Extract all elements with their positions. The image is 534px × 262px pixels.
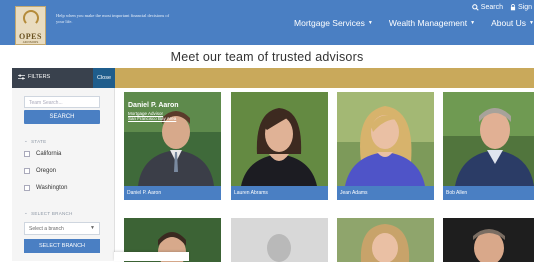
nav-label: Wealth Management bbox=[388, 18, 468, 28]
placeholder-avatar-icon bbox=[231, 218, 328, 262]
search-link[interactable]: Search bbox=[471, 4, 503, 11]
select-branch-button[interactable]: SELECT BRANCH bbox=[24, 239, 100, 253]
branch-select[interactable]: Select a branch ▼ bbox=[24, 222, 100, 235]
caret-down-icon: ▼ bbox=[367, 20, 373, 26]
advisor-photo bbox=[231, 92, 328, 186]
caret-down-icon: ▼ bbox=[529, 20, 534, 26]
search-icon bbox=[471, 4, 479, 11]
filter-sliders-icon bbox=[18, 74, 25, 80]
state-checkbox-california[interactable]: California bbox=[24, 151, 61, 157]
advisor-location[interactable]: San Francisco Bay Area bbox=[128, 116, 179, 121]
utility-links: Search Sign bbox=[471, 4, 532, 11]
lock-icon bbox=[510, 4, 516, 11]
search-link-label: Search bbox=[480, 4, 503, 11]
filters-label: FILTERS bbox=[28, 74, 51, 80]
checkbox[interactable] bbox=[24, 151, 30, 157]
nav-mortgage-services[interactable]: Mortgage Services ▼ bbox=[294, 18, 373, 28]
advisor-photo bbox=[443, 92, 534, 186]
logo-subtext: ADVISORS bbox=[22, 40, 39, 44]
advisor-card[interactable] bbox=[337, 218, 434, 262]
nav-wealth-management[interactable]: Wealth Management ▼ bbox=[389, 18, 475, 28]
advisor-photo bbox=[337, 218, 434, 262]
advisor-card[interactable]: Bob Allen bbox=[443, 92, 534, 200]
advisor-card[interactable]: Daniel P. Aaron Mortgage Advisor San Fra… bbox=[124, 92, 221, 200]
sign-in-link[interactable]: Sign bbox=[510, 4, 532, 11]
state-heading[interactable]: ⌄ STATE bbox=[24, 138, 46, 144]
state-checkbox-washington[interactable]: Washington bbox=[24, 185, 67, 191]
state-label: California bbox=[36, 151, 62, 157]
filters-toggle[interactable]: FILTERS bbox=[12, 68, 93, 88]
state-label: Washington bbox=[36, 185, 68, 191]
state-checkbox-oregon[interactable]: Oregon bbox=[24, 168, 56, 174]
team-search-input[interactable]: Team Search... bbox=[24, 96, 100, 108]
advisor-name: Bob Allen bbox=[443, 186, 534, 200]
advisor-card[interactable] bbox=[231, 218, 328, 262]
advisor-card[interactable]: Jean Adams bbox=[337, 92, 434, 200]
advisor-name: Daniel P. Aaron bbox=[124, 186, 221, 200]
search-button[interactable]: SEARCH bbox=[24, 110, 100, 124]
close-filters-button[interactable]: Close bbox=[93, 68, 115, 88]
advisor-card[interactable]: Lauren Abrams bbox=[231, 92, 328, 200]
top-navigation-bar: OPES ADVISORS Help when you make the mos… bbox=[0, 0, 534, 45]
page-title: Meet our team of trusted advisors bbox=[170, 50, 364, 64]
advisor-name: Jean Adams bbox=[337, 186, 434, 200]
nav-label: Mortgage Services bbox=[294, 18, 365, 28]
checkbox[interactable] bbox=[24, 185, 30, 191]
main-nav: Mortgage Services ▼ Wealth Management ▼ Ab… bbox=[294, 18, 534, 28]
logo-mark-icon bbox=[23, 10, 39, 26]
advisor-overlay-name[interactable]: Daniel P. Aaron bbox=[128, 102, 179, 109]
sign-in-label: Sign bbox=[517, 4, 532, 11]
tagline: Help when you make the most important fi… bbox=[56, 13, 170, 24]
branch-heading-label: SELECT BRANCH bbox=[31, 210, 73, 216]
filter-sidebar: Team Search... SEARCH ⌄ STATE California … bbox=[12, 88, 115, 261]
advisor-photo bbox=[443, 218, 534, 262]
state-heading-label: STATE bbox=[31, 138, 47, 144]
state-label: Oregon bbox=[36, 168, 57, 174]
checkbox[interactable] bbox=[24, 168, 30, 174]
advisor-overlay: Daniel P. Aaron Mortgage Advisor San Fra… bbox=[128, 102, 179, 121]
nav-about-us[interactable]: About Us ▼ bbox=[491, 18, 534, 28]
filter-bar: FILTERS Close bbox=[12, 68, 534, 88]
popup-edge bbox=[114, 252, 189, 261]
caret-down-icon: ▼ bbox=[470, 20, 476, 26]
advisor-name: Lauren Abrams bbox=[231, 186, 328, 200]
branch-heading[interactable]: ⌄ SELECT BRANCH bbox=[24, 210, 73, 216]
nav-label: About Us bbox=[491, 18, 527, 28]
chevron-down-icon: ⌄ bbox=[24, 210, 29, 215]
chevron-down-icon: ▼ bbox=[90, 225, 95, 231]
branch-select-value: Select a branch bbox=[29, 226, 64, 232]
advisor-card[interactable] bbox=[443, 218, 534, 262]
advisor-photo bbox=[337, 92, 434, 186]
opes-logo[interactable]: OPES ADVISORS bbox=[15, 6, 46, 45]
chevron-down-icon: ⌄ bbox=[24, 138, 29, 143]
